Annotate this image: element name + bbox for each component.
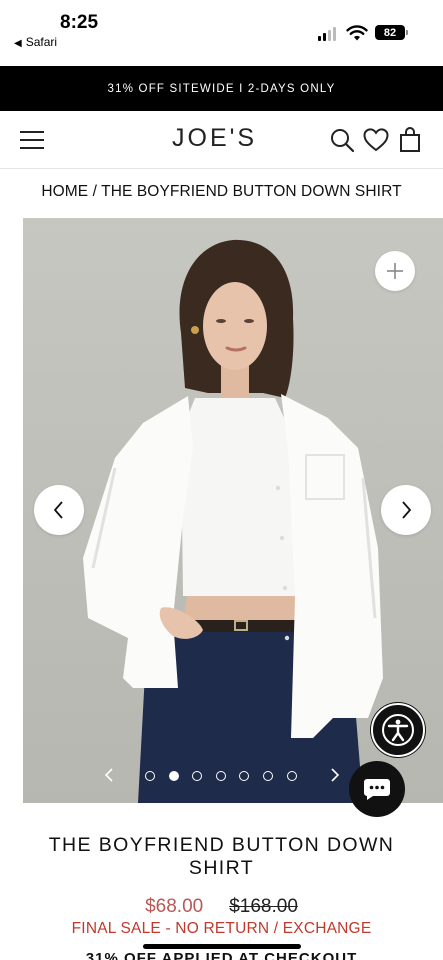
battery-indicator: 82 xyxy=(375,25,408,40)
plus-icon xyxy=(387,263,403,279)
heart-icon[interactable] xyxy=(363,127,389,153)
back-triangle-icon: ◀ xyxy=(14,38,22,49)
chat-bubble-icon xyxy=(364,779,390,800)
product-title: THE BOYFRIEND BUTTON DOWN SHIRT xyxy=(48,834,395,879)
chevron-right-icon xyxy=(402,501,412,519)
back-app-label: Safari xyxy=(25,35,58,49)
gallery-dot[interactable] xyxy=(263,771,273,781)
chevron-left-icon xyxy=(53,501,63,519)
promo-banner[interactable]: 31% OFF SITEWIDE I 2-DAYS ONLY xyxy=(0,66,443,111)
menu-icon[interactable] xyxy=(20,130,44,149)
breadcrumb[interactable]: HOME / THE BOYFRIEND BUTTON DOWN SHIRT xyxy=(0,183,443,201)
accessibility-icon xyxy=(382,714,414,746)
accessibility-button[interactable] xyxy=(371,703,425,757)
promo-banner-text: 31% OFF SITEWIDE I 2-DAYS ONLY xyxy=(107,82,336,95)
small-chevron-right-icon[interactable] xyxy=(327,766,343,784)
search-icon[interactable] xyxy=(329,127,355,153)
cellular-signal-icon xyxy=(318,27,340,41)
zoom-button[interactable] xyxy=(375,251,415,291)
checkout-promo-text: 31% OFF APPLIED AT CHECKOUT xyxy=(85,950,358,960)
final-sale-notice: FINAL SALE - NO RETURN / EXCHANGE xyxy=(71,920,372,937)
gallery-dot[interactable] xyxy=(239,771,249,781)
original-price: $168.00 xyxy=(229,896,298,917)
site-header: JOE'S xyxy=(0,111,443,169)
chat-button[interactable] xyxy=(349,761,405,817)
gallery-dot[interactable] xyxy=(216,771,226,781)
gallery-dot-active[interactable] xyxy=(169,771,179,781)
gallery-dot[interactable] xyxy=(192,771,202,781)
wifi-icon xyxy=(346,25,368,41)
back-to-app-link[interactable]: ◀ Safari xyxy=(14,35,57,49)
gallery-dot[interactable] xyxy=(287,771,297,781)
gallery-dot[interactable] xyxy=(145,771,155,781)
bag-icon[interactable] xyxy=(398,127,424,153)
status-time: 8:25 xyxy=(60,12,99,33)
site-logo[interactable]: JOE'S xyxy=(172,124,257,153)
price-row: $68.00 $168.00 xyxy=(0,896,443,918)
gallery-prev-button[interactable] xyxy=(34,485,84,535)
home-indicator[interactable] xyxy=(143,944,301,949)
sale-price: $68.00 xyxy=(145,896,204,917)
small-chevron-left-icon[interactable] xyxy=(101,766,117,784)
status-bar: 8:25 ◀ Safari 82 xyxy=(0,0,443,66)
gallery-next-button[interactable] xyxy=(381,485,431,535)
